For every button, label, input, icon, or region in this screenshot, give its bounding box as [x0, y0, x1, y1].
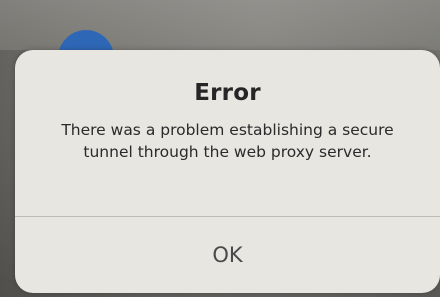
- ok-button[interactable]: OK: [15, 217, 440, 293]
- error-alert-dialog: Error There was a problem establishing a…: [15, 50, 440, 293]
- alert-title: Error: [194, 80, 261, 106]
- alert-message: There was a problem establishing a secur…: [61, 121, 394, 161]
- alert-content: Error There was a problem establishing a…: [15, 50, 440, 216]
